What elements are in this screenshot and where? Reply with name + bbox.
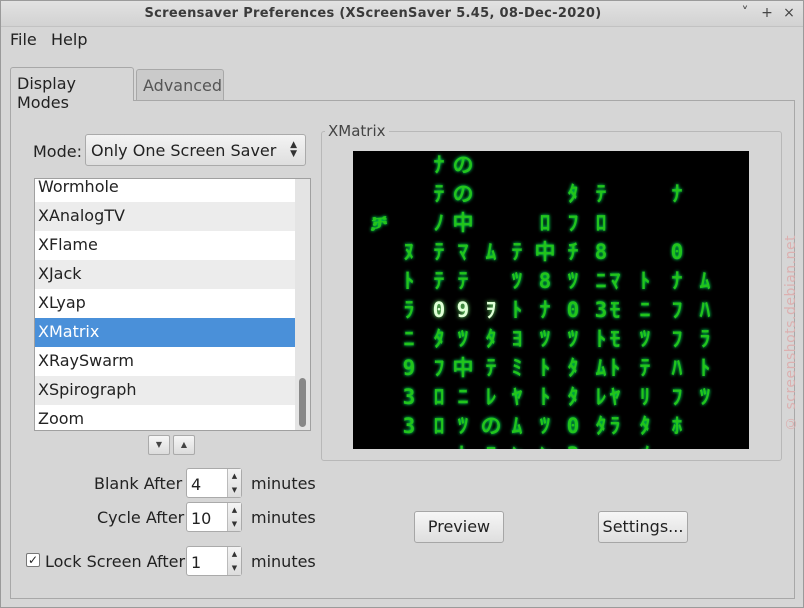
spin-up-icon[interactable]: ▲ [228,503,241,517]
cycle-after-spinner[interactable]: 10 ▲ ▼ [186,502,242,532]
mode-select[interactable]: Only One Screen Saver ▲ ▼ [85,134,306,166]
spin-down-icon[interactable]: ▼ [228,483,241,497]
list-scrollbar[interactable] [295,179,310,430]
matrix-column: ﾛ 中 8 ﾅ ﾂ ﾄ ﾄ ﾂ ﾝ [534,211,556,449]
settings-button[interactable]: Settings... [598,511,688,543]
matrix-column: ﾀ ﾌ ﾁ ﾂ 0 ﾂ ﾀ ﾀ 0 3 [566,182,580,449]
spin-up-icon[interactable]: ▲ [228,547,241,561]
matrix-column: ﾅ 0 ﾅ ﾌ ﾌ ﾊ ﾌ ﾎ [670,182,684,438]
list-item[interactable]: XAnalogTV [35,202,296,231]
mode-label: Mode: [33,142,82,161]
blank-after-label: Blank After [94,474,183,493]
blank-after-unit: minutes [251,474,316,493]
matrix-column: ﾇ ﾄ ﾗ ﾆ 9 3 3 [402,240,416,438]
list-item[interactable]: XJack [35,260,296,289]
cycle-after-label: Cycle After [97,508,185,527]
matrix-column: ﾃ ﾂ ﾄ ﾖ ﾐ ﾔ ﾑ ﾝ [511,240,523,449]
screensaver-preferences-window: Screensaver Preferences (XScreenSaver 5.… [0,0,804,608]
lock-after-value: 1 [191,553,202,572]
matrix-column: ቻ [371,211,387,235]
matrix-column: ﾅ ﾃ ﾉ ﾃ ﾃ 0 ﾀ ﾌ ﾛ ﾛ [432,153,446,438]
matrix-column: ﾑ ﾊ ﾗ ﾄ ﾂ [699,269,711,409]
list-item[interactable]: XFlame [35,231,296,260]
blank-after-spinner[interactable]: 4 ▲ ▼ [186,468,242,498]
preview-button[interactable]: Preview [414,511,504,543]
lock-screen-label: Lock Screen After [45,552,186,571]
list-item[interactable]: XLyap [35,289,296,318]
preview-frame-label: XMatrix [325,122,389,140]
list-item[interactable]: XRaySwarm [35,347,296,376]
matrix-column: ﾏ ﾓ ﾓ ﾄ ﾔ ﾗ [609,269,621,438]
lock-screen-checkbox[interactable]: ✓ [26,553,40,567]
lock-after-spinner[interactable]: 1 ▲ ▼ [186,546,242,576]
matrix-column: ﾑ ｦ ﾀ ﾃ ﾚ の ﾛ [480,240,502,449]
watermark: © screenshots.debian.net [783,234,799,431]
list-item[interactable]: XSpirograph [35,376,296,405]
cycle-after-value: 10 [191,509,212,528]
list-item[interactable]: Zoom [35,405,296,430]
preview-canvas: ቻ ﾇ ﾄ ﾗ ﾆ 9 3 3 ﾅ ﾃ ﾉ ﾃ ﾃ 0 ﾀ ﾌ ﾛ ﾛ の の … [353,151,749,449]
scrollbar-thumb[interactable] [299,378,306,427]
list-item-selected[interactable]: XMatrix [35,318,296,347]
screensaver-list[interactable]: Wormhole XAnalogTV XFlame XJack XLyap XM… [34,178,311,431]
cycle-after-unit: minutes [251,508,316,527]
matrix-column [725,151,749,383]
spin-up-icon[interactable]: ▲ [228,469,241,483]
spin-down-icon[interactable]: ▼ [228,517,241,531]
blank-after-value: 4 [191,475,202,494]
combo-arrows-icon: ▲ ▼ [290,140,297,159]
panel-content: Mode: Only One Screen Saver ▲ ▼ Wormhole … [1,1,804,608]
move-up-button[interactable]: ▲ [173,435,195,455]
move-down-button[interactable]: ▼ [148,435,170,455]
mode-select-value: Only One Screen Saver [91,141,277,160]
lock-after-unit: minutes [251,552,316,571]
matrix-column: の の 中 ﾏ ﾃ 9 ﾂ 中 ﾆ ﾂ ﾄ [452,153,474,449]
matrix-column: ﾄ ﾆ ﾂ ﾃ ﾘ ﾀ ﾒ [639,269,651,449]
list-item[interactable]: Wormhole [35,179,296,202]
spin-down-icon[interactable]: ▼ [228,561,241,575]
